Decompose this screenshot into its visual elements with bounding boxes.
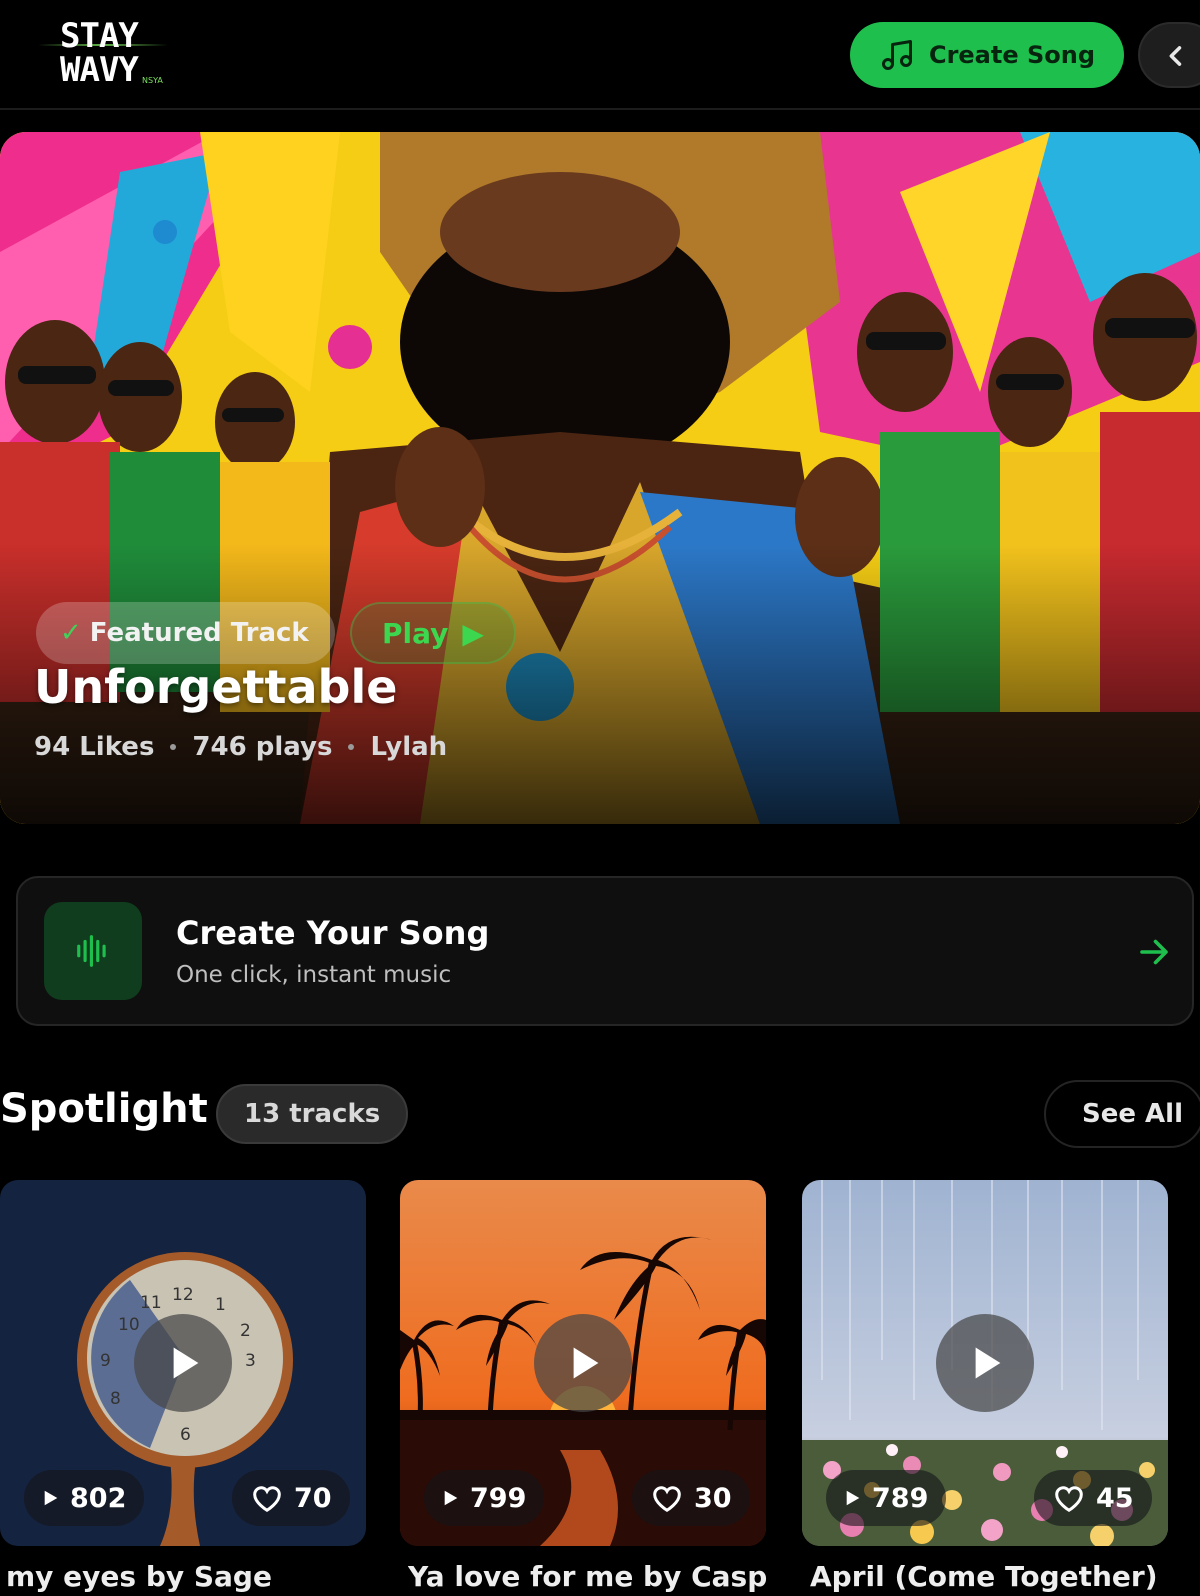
- spotlight-heading: Spotlight: [0, 1086, 208, 1132]
- check-icon: ✓: [60, 618, 82, 648]
- separator-dot: [348, 744, 355, 750]
- waveform-icon: [77, 935, 106, 967]
- create-song-label: Create Song: [928, 41, 1096, 69]
- plays-count: 799: [470, 1482, 527, 1514]
- featured-track-meta: 94 Likes 746 plays Lylah: [34, 732, 447, 762]
- top-bar: STAY WAVY NSYA Create Song: [0, 0, 1200, 110]
- plays-count: 746 plays: [192, 732, 333, 762]
- track-card-ya-love[interactable]: 799 30: [400, 1180, 766, 1546]
- svg-text:3: 3: [245, 1351, 256, 1371]
- heart-icon: [1055, 1486, 1083, 1513]
- track-card-april[interactable]: 789 45: [802, 1180, 1168, 1546]
- likes-stat[interactable]: 45: [1034, 1470, 1152, 1526]
- play-icon: [444, 1490, 458, 1506]
- waveform-icon-box: [44, 902, 142, 1000]
- collapse-sidebar-button[interactable]: [1138, 22, 1200, 88]
- svg-text:8: 8: [110, 1389, 121, 1409]
- svg-text:2: 2: [240, 1321, 251, 1341]
- svg-text:9: 9: [100, 1351, 111, 1371]
- see-all-button[interactable]: See All: [1044, 1080, 1200, 1148]
- featured-track-title[interactable]: Unforgettable: [34, 660, 397, 714]
- featured-track-tag: ✓ Featured Track: [36, 602, 335, 664]
- svg-text:10: 10: [118, 1315, 140, 1335]
- play-button[interactable]: [534, 1314, 632, 1412]
- play-label: Play: [382, 616, 449, 650]
- svg-text:6: 6: [180, 1425, 191, 1445]
- plays-stat: 799: [424, 1470, 545, 1526]
- play-icon: ▶: [462, 616, 484, 650]
- plays-count: 789: [872, 1482, 929, 1514]
- play-icon: [44, 1490, 58, 1506]
- likes-count: 45: [1096, 1482, 1134, 1514]
- featured-track-banner[interactable]: ✓ Featured Track Play ▶ Unforgettable 94…: [0, 132, 1200, 824]
- play-icon: [573, 1347, 599, 1379]
- featured-play-button[interactable]: Play ▶: [350, 602, 516, 664]
- cta-title: Create Your Song: [176, 914, 490, 952]
- svg-text:1: 1: [215, 1295, 226, 1315]
- likes-count: 70: [294, 1482, 332, 1514]
- plays-stat: 802: [24, 1470, 145, 1526]
- track-count-badge: 13 tracks: [216, 1084, 409, 1144]
- featured-tag-label: Featured Track: [89, 618, 309, 648]
- play-button[interactable]: [134, 1314, 232, 1412]
- music-note-icon: [881, 40, 912, 70]
- create-your-song-card[interactable]: Create Your Song One click, instant musi…: [16, 876, 1194, 1026]
- svg-text:11: 11: [140, 1293, 162, 1313]
- likes-stat[interactable]: 70: [232, 1470, 350, 1526]
- svg-text:12: 12: [172, 1285, 194, 1305]
- cta-subtitle: One click, instant music: [176, 962, 452, 988]
- heart-icon: [653, 1486, 681, 1513]
- arrow-right-icon: [1140, 939, 1168, 965]
- create-song-button[interactable]: Create Song: [850, 22, 1124, 88]
- logo-text-2: WAVY: [60, 50, 139, 90]
- play-icon: [975, 1347, 1001, 1379]
- likes-count: 94 Likes: [34, 732, 155, 762]
- likes-count: 30: [694, 1482, 732, 1514]
- play-icon: [173, 1347, 199, 1379]
- track-card-my-eyes[interactable]: 12 3 6 9 12 10 11 8 802 70: [0, 1180, 366, 1546]
- logo-small-text: NSYA: [142, 76, 163, 85]
- stay-wavy-logo[interactable]: STAY WAVY NSYA: [38, 14, 168, 94]
- plays-count: 802: [70, 1482, 127, 1514]
- chevron-left-icon: [1169, 46, 1182, 66]
- heart-icon: [253, 1486, 281, 1513]
- play-button[interactable]: [936, 1314, 1034, 1412]
- track-title[interactable]: April (Come Together): [810, 1560, 1176, 1593]
- artist-name[interactable]: Lylah: [370, 732, 447, 762]
- track-title[interactable]: Ya love for me by Casp: [408, 1560, 774, 1593]
- likes-stat[interactable]: 30: [632, 1470, 750, 1526]
- separator-dot: [170, 744, 177, 750]
- play-icon: [846, 1490, 860, 1506]
- plays-stat: 789: [826, 1470, 947, 1526]
- track-title[interactable]: my eyes by Sage: [6, 1560, 372, 1593]
